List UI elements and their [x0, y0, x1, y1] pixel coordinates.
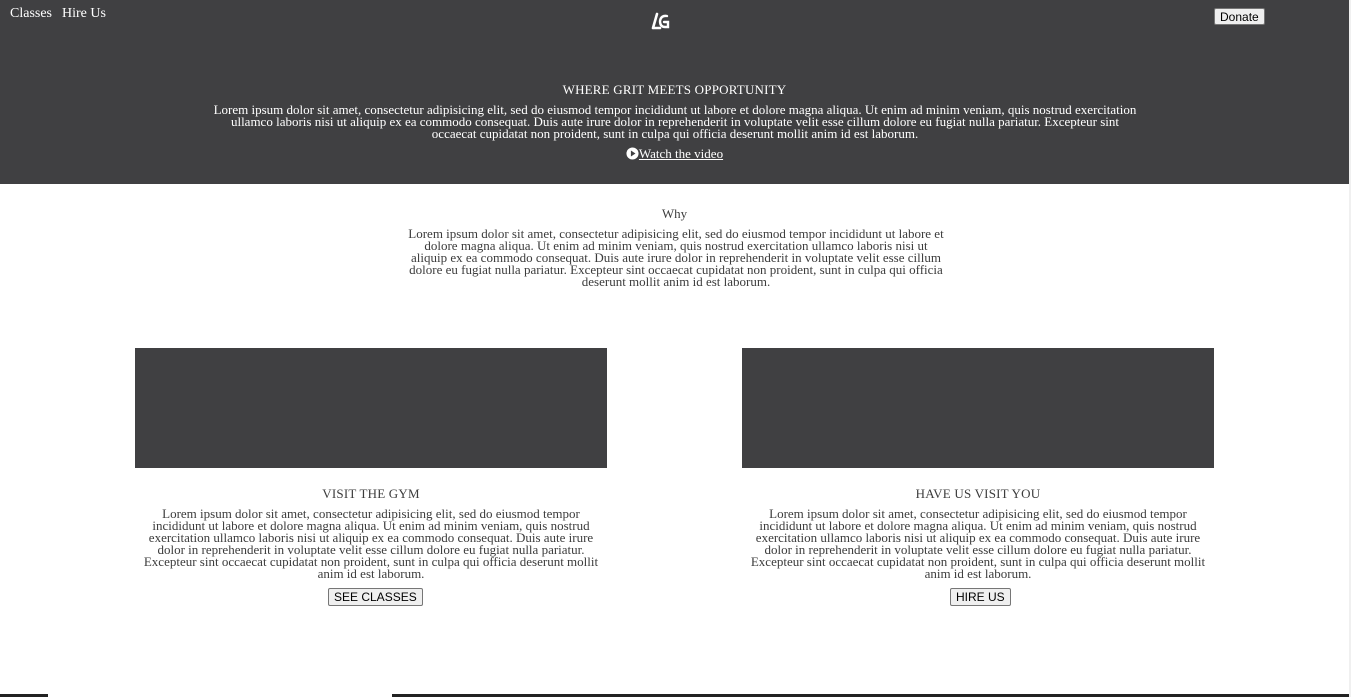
see-classes-button[interactable]: SEE CLASSES: [328, 588, 423, 606]
hero-title: WHERE GRIT MEETS OPPORTUNITY: [562, 82, 787, 97]
page: Classes Hire Us Donate WHERE GRIT MEETS …: [0, 0, 1351, 697]
card-description: Lorem ipsum dolor sit amet, consectetur …: [750, 506, 1206, 581]
card-image-placeholder: [742, 348, 1214, 468]
play-circle-icon[interactable]: [626, 147, 639, 160]
donate-button[interactable]: Donate: [1214, 8, 1265, 25]
why-title: Why: [661, 206, 688, 221]
lg-logo[interactable]: [650, 10, 672, 32]
card-title: VISIT THE GYM: [322, 486, 420, 501]
card-description: Lorem ipsum dolor sit amet, consectetur …: [143, 506, 599, 581]
hero-section: Classes Hire Us Donate WHERE GRIT MEETS …: [0, 0, 1349, 184]
watch-video-link[interactable]: Watch the video: [639, 146, 723, 161]
card-image-placeholder: [135, 348, 607, 468]
watch-video-row: Watch the video: [0, 146, 1349, 162]
nav-link-classes[interactable]: Classes: [10, 6, 52, 22]
hire-us-button[interactable]: HIRE US: [950, 588, 1011, 606]
card-title: HAVE US VISIT YOU: [915, 486, 1041, 501]
why-description: Lorem ipsum dolor sit amet, consectetur …: [408, 226, 944, 289]
nav-link-hire-us[interactable]: Hire Us: [62, 6, 106, 22]
top-nav: Classes Hire Us: [10, 6, 106, 22]
hero-description: Lorem ipsum dolor sit amet, consectetur …: [213, 102, 1137, 141]
